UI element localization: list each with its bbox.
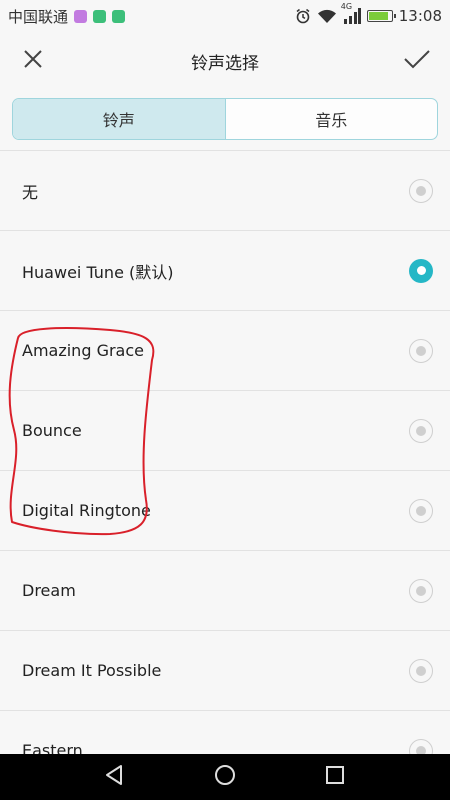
list-item-label: Huawei Tune (默认) [22, 262, 174, 282]
list-item-label: Dream [22, 581, 76, 600]
close-button[interactable] [4, 32, 62, 90]
list-item-label: Eastern [22, 741, 83, 755]
header: 铃声选择 [0, 32, 450, 90]
notification-icon [112, 9, 126, 23]
alarm-icon [295, 8, 311, 24]
radio-button[interactable] [409, 258, 433, 283]
status-bar-right: 4G 13:08 [295, 2, 442, 25]
signal-icon: 4G [341, 2, 361, 24]
radio-button[interactable] [409, 738, 433, 755]
tab-music[interactable]: 音乐 [226, 99, 438, 139]
radio-button[interactable] [409, 418, 433, 443]
radio-button[interactable] [409, 578, 433, 603]
back-icon [104, 764, 126, 790]
tab-ringtones[interactable]: 铃声 [13, 99, 226, 139]
check-icon [404, 49, 430, 73]
close-icon [23, 49, 43, 73]
home-icon [214, 764, 236, 790]
recents-icon [325, 765, 345, 789]
list-item[interactable]: Huawei Tune (默认) [0, 231, 450, 311]
status-time: 13:08 [398, 7, 442, 25]
back-button[interactable] [95, 757, 135, 797]
ringtone-list: 无 Huawei Tune (默认) Amazing Grace Bounce … [0, 150, 450, 755]
radio-button[interactable] [409, 658, 433, 683]
status-bar-left: 中国联通 [8, 6, 126, 27]
radio-button[interactable] [409, 498, 433, 523]
list-item[interactable]: Amazing Grace [0, 311, 450, 391]
notification-icon [93, 9, 107, 23]
list-item[interactable]: Dream It Possible [0, 631, 450, 711]
page-title: 铃声选择 [191, 53, 259, 74]
navigation-bar [0, 754, 450, 800]
status-bar: 中国联通 4G 13:08 [0, 0, 450, 32]
recents-button[interactable] [315, 757, 355, 797]
list-item[interactable]: Eastern [0, 711, 450, 755]
wifi-icon [317, 8, 337, 24]
radio-button[interactable] [409, 338, 433, 363]
radio-button[interactable] [409, 178, 433, 203]
notification-icon [74, 9, 88, 23]
list-item[interactable]: 无 [0, 151, 450, 231]
list-item-label: Dream It Possible [22, 661, 162, 680]
list-item-label: Amazing Grace [22, 341, 144, 360]
home-button[interactable] [205, 757, 245, 797]
battery-charging-icon [366, 10, 396, 22]
list-item-label: Digital Ringtone [22, 501, 151, 520]
network-type-label: 4G [340, 2, 353, 11]
list-item[interactable]: Dream [0, 551, 450, 631]
list-item-label: 无 [22, 182, 39, 202]
list-item[interactable]: Digital Ringtone [0, 471, 450, 551]
confirm-button[interactable] [388, 32, 446, 90]
tab-switcher: 铃声 音乐 [12, 98, 438, 140]
list-item[interactable]: Bounce [0, 391, 450, 471]
carrier-name: 中国联通 [8, 7, 69, 26]
list-item-label: Bounce [22, 421, 82, 440]
